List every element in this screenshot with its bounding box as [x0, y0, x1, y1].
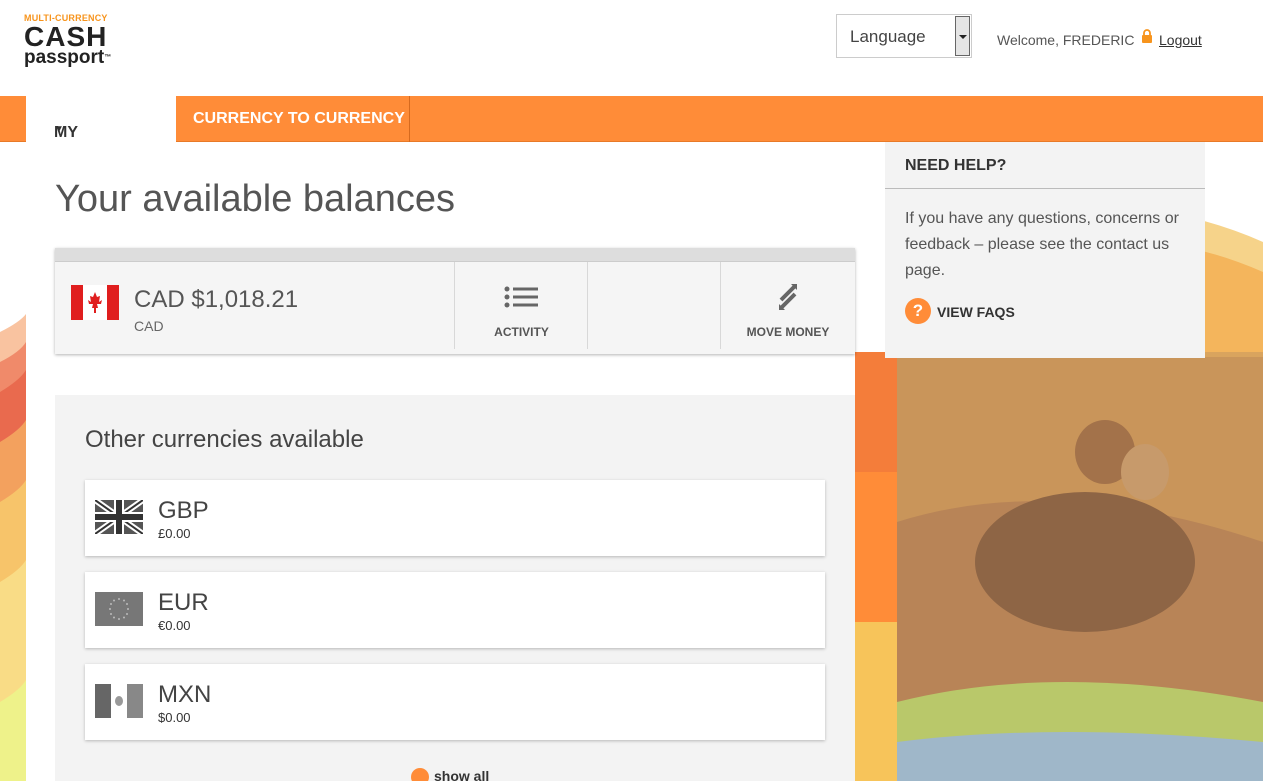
chevron-down-icon[interactable] — [955, 16, 970, 56]
need-help-title: NEED HELP? — [905, 157, 1007, 174]
primary-balance-amount: CAD $1,018.21 — [134, 286, 299, 313]
lock-icon — [1142, 29, 1152, 43]
move-money-label: MOVE MONEY — [746, 325, 830, 339]
need-help-panel: NEED HELP? If you have any questions, co… — [885, 142, 1205, 358]
view-faqs-label: VIEW FAQS — [937, 304, 1015, 320]
logo-sub: passport — [24, 47, 105, 68]
main-nav: MY ACCOUNT ▼ CURRENCY TO CURRENCY — [0, 96, 1263, 159]
currency-card-eur[interactable]: EUR €0.00 — [85, 572, 825, 648]
language-select[interactable]: Language — [836, 14, 972, 58]
nav-currency-to-currency-label: CURRENCY TO CURRENCY — [193, 110, 405, 127]
currency-code: GBP — [158, 497, 209, 524]
eu-flag-icon — [95, 592, 143, 626]
other-currencies-title: Other currencies available — [85, 426, 364, 453]
divider — [885, 188, 1205, 189]
language-select-value: Language — [850, 27, 926, 46]
main-panel: Your available balances CAD $1,018.21 CA… — [26, 142, 855, 781]
currency-card-mxn[interactable]: MXN $0.00 — [85, 664, 825, 740]
chevron-down-circle-icon — [411, 768, 429, 781]
currency-code: MXN — [158, 681, 212, 708]
primary-balance-card: CAD $1,018.21 CAD ACTIVITY MOVE MONEY — [55, 248, 855, 354]
card-divider — [587, 262, 588, 349]
show-all-button[interactable]: show all — [411, 768, 489, 781]
site-header: MULTI-CURRENCY CASH passport™ Language W… — [0, 0, 1263, 96]
mexico-flag-icon — [95, 684, 143, 718]
list-icon — [504, 286, 538, 308]
activity-button[interactable]: ACTIVITY — [455, 262, 588, 349]
nav-my-account[interactable]: MY ACCOUNT ▼ — [26, 96, 176, 159]
primary-balance-code: CAD — [134, 318, 164, 334]
other-currencies-panel: Other currencies available GBP £0.00 EUR… — [55, 395, 855, 781]
activity-label: ACTIVITY — [494, 325, 549, 339]
background-decoration-left — [0, 142, 26, 781]
caret-down-icon: ▼ — [54, 124, 64, 135]
move-money-button[interactable]: MOVE MONEY — [721, 262, 855, 349]
show-all-label: show all — [434, 768, 490, 781]
welcome-text: Welcome, FREDERIC — [997, 32, 1135, 48]
currency-balance: £0.00 — [158, 526, 191, 541]
nav-currency-to-currency[interactable]: CURRENCY TO CURRENCY — [176, 96, 410, 142]
question-icon: ? — [905, 298, 931, 324]
page-title: Your available balances — [55, 178, 456, 220]
uk-flag-icon — [95, 500, 143, 534]
currency-balance: $0.00 — [158, 710, 191, 725]
need-help-text: If you have any questions, concerns or f… — [905, 210, 1179, 279]
cash-passport-logo[interactable]: MULTI-CURRENCY CASH passport™ — [24, 13, 134, 73]
currency-card-gbp[interactable]: GBP £0.00 — [85, 480, 825, 556]
card-top-bar — [55, 248, 855, 262]
currency-balance: €0.00 — [158, 618, 191, 633]
currency-code: EUR — [158, 589, 209, 616]
logout-link[interactable]: Logout — [1159, 32, 1202, 48]
canada-flag-icon — [71, 285, 119, 320]
transfer-arrows-icon — [779, 284, 797, 310]
